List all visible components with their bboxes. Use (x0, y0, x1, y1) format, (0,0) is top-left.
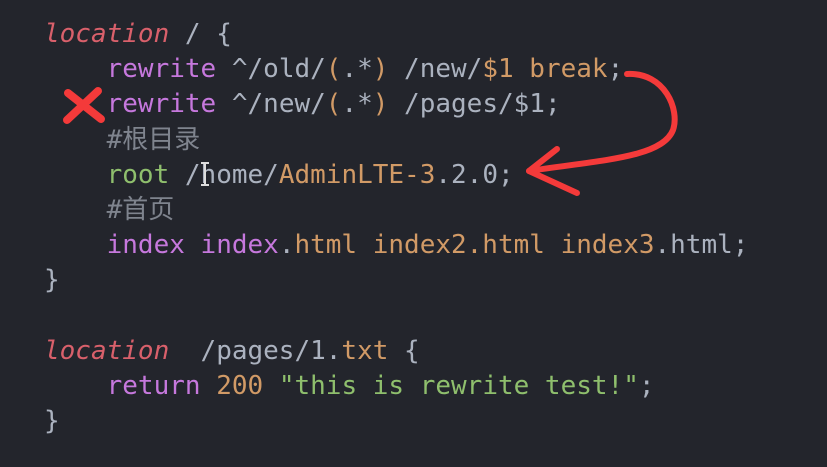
text-cursor-icon (201, 162, 209, 186)
cross-mark-icon (63, 87, 105, 124)
curved-arrow-icon (526, 70, 678, 196)
annotation-layer (63, 70, 678, 196)
